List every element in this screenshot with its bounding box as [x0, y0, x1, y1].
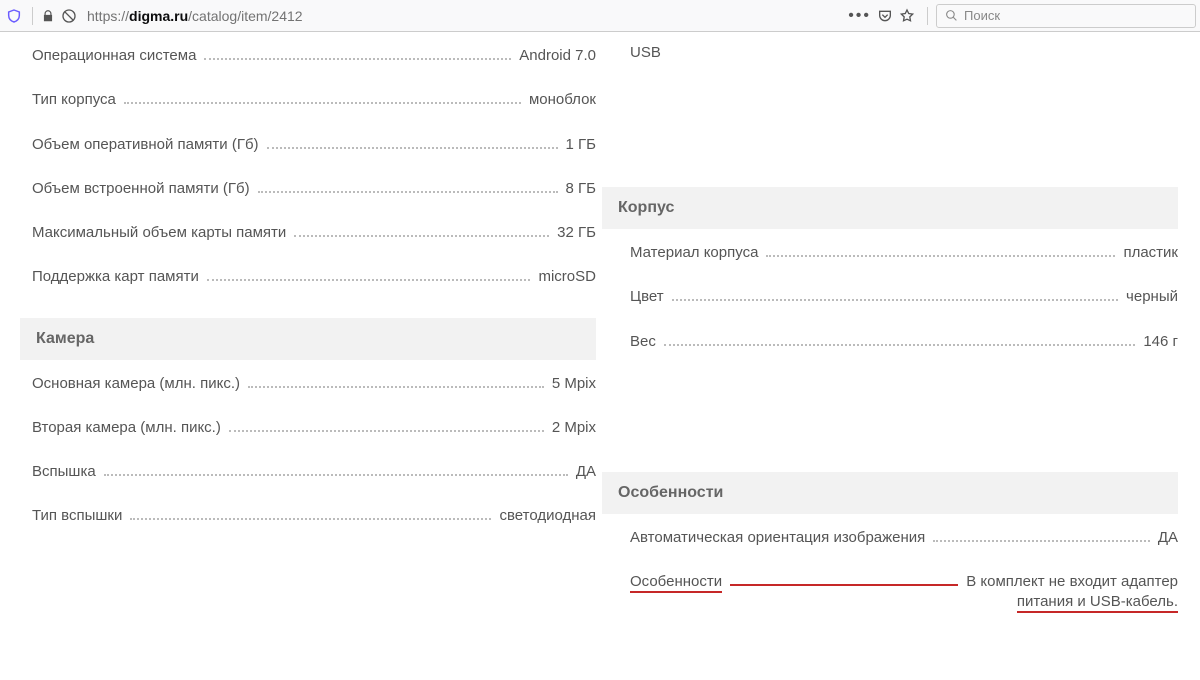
spec-value: светодиодная: [495, 506, 596, 526]
search-input[interactable]: Поиск: [936, 4, 1196, 28]
section-header-features: Особенности: [602, 472, 1178, 514]
spec-row: Вес 146 г: [630, 318, 1178, 362]
spec-row: Объем оперативной памяти (Гб) 1 ГБ: [32, 121, 596, 165]
lock-icon[interactable]: [41, 9, 55, 23]
spec-row: Тип корпуса моноблок: [32, 76, 596, 120]
highlight-underline: Особенности: [630, 573, 722, 593]
spec-label: Вес: [630, 332, 660, 352]
spec-value: ДА: [1154, 528, 1178, 548]
toolbar-divider: [32, 7, 33, 25]
spec-content: Операционная система Android 7.0 Тип кор…: [0, 32, 1200, 623]
toolbar-right: •••: [848, 7, 915, 25]
search-placeholder: Поиск: [964, 8, 1000, 23]
spec-row: Максимальный объем карты памяти 32 ГБ: [32, 209, 596, 253]
spec-dots: [229, 430, 544, 432]
url-domain: digma.ru: [129, 8, 188, 24]
spec-dots: [294, 235, 549, 237]
spec-dots: [258, 191, 558, 193]
spec-value: моноблок: [525, 90, 596, 110]
spec-value-usb: USB: [614, 32, 1178, 67]
toolbar-divider: [927, 7, 928, 25]
spec-label: Вторая камера (млн. пикс.): [32, 418, 225, 438]
spec-label: Тип корпуса: [32, 90, 120, 110]
spec-value: 1 ГБ: [562, 135, 596, 155]
spec-dots: [766, 255, 1115, 257]
spec-label: Тип вспышки: [32, 506, 126, 526]
spec-row-highlighted: Особенности В комплект не входит адаптер…: [630, 558, 1178, 623]
spec-row: Поддержка карт памяти microSD: [32, 253, 596, 297]
spec-dots: [207, 279, 531, 281]
spec-value: В комплект не входит адаптер питания и U…: [962, 572, 1178, 613]
section-header-camera: Камера: [20, 318, 596, 360]
spec-label: Объем встроенной памяти (Гб): [32, 179, 254, 199]
spec-row: Материал корпуса пластик: [630, 229, 1178, 273]
left-column: Операционная система Android 7.0 Тип кор…: [10, 32, 596, 623]
spec-value: 8 ГБ: [562, 179, 596, 199]
bookmark-star-icon[interactable]: [899, 8, 915, 24]
spec-value-line1: В комплект не входит адаптер: [966, 573, 1178, 590]
spec-dots: [248, 386, 544, 388]
spec-label: Поддержка карт памяти: [32, 267, 203, 287]
spec-dots: [130, 518, 491, 520]
spec-row: Операционная система Android 7.0: [32, 32, 596, 76]
spec-dots: [267, 147, 558, 149]
spec-label: Особенности: [630, 572, 726, 592]
spacer: [614, 362, 1178, 452]
spec-row: Цвет черный: [630, 273, 1178, 317]
search-icon: [945, 9, 958, 22]
section-header-body: Корпус: [602, 187, 1178, 229]
spec-row: Вспышка ДА: [32, 448, 596, 492]
spec-value: ДА: [572, 462, 596, 482]
spec-label: Материал корпуса: [630, 243, 762, 263]
more-icon[interactable]: •••: [848, 7, 871, 25]
spec-row: Тип вспышки светодиодная: [32, 492, 596, 536]
spec-value: Android 7.0: [515, 46, 596, 66]
spec-label: Операционная система: [32, 46, 200, 66]
pocket-icon[interactable]: [877, 8, 893, 24]
spec-value: 32 ГБ: [553, 223, 596, 243]
spec-label: Объем оперативной памяти (Гб): [32, 135, 263, 155]
spec-dots: [664, 344, 1135, 346]
spacer: [614, 67, 1178, 167]
permissions-icon[interactable]: [61, 8, 77, 24]
shield-icon[interactable]: [4, 6, 24, 26]
spec-dots: [104, 474, 568, 476]
browser-toolbar: https://digma.ru/catalog/item/2412 ••• П…: [0, 0, 1200, 32]
spec-value: microSD: [534, 267, 596, 287]
spec-label: Вспышка: [32, 462, 100, 482]
highlight-underline: питания и USB-кабель.: [1017, 593, 1178, 613]
spec-row: Основная камера (млн. пикс.) 5 Mpix: [32, 360, 596, 404]
url-protocol: https://: [87, 8, 129, 24]
spec-value: пластик: [1119, 243, 1178, 263]
spec-value: 146 г: [1139, 332, 1178, 352]
spec-label: Максимальный объем карты памяти: [32, 223, 290, 243]
spec-row: Объем встроенной памяти (Гб) 8 ГБ: [32, 165, 596, 209]
spec-dots: [124, 102, 521, 104]
right-column: USB Корпус Материал корпуса пластик Цвет…: [614, 32, 1190, 623]
spec-label: Основная камера (млн. пикс.): [32, 374, 244, 394]
highlight-underline: [730, 584, 958, 586]
spec-label: Автоматическая ориентация изображения: [630, 528, 929, 548]
spec-row: Вторая камера (млн. пикс.) 2 Mpix: [32, 404, 596, 448]
spec-value: 2 Mpix: [548, 418, 596, 438]
spec-value: 5 Mpix: [548, 374, 596, 394]
spec-label: Цвет: [630, 287, 668, 307]
spec-value: черный: [1122, 287, 1178, 307]
spec-dots: [672, 299, 1118, 301]
spec-dots: [933, 540, 1150, 542]
spec-row: Автоматическая ориентация изображения ДА: [630, 514, 1178, 558]
url-bar[interactable]: https://digma.ru/catalog/item/2412: [83, 6, 842, 26]
url-path: /catalog/item/2412: [188, 8, 302, 24]
spec-dots: [204, 58, 511, 60]
